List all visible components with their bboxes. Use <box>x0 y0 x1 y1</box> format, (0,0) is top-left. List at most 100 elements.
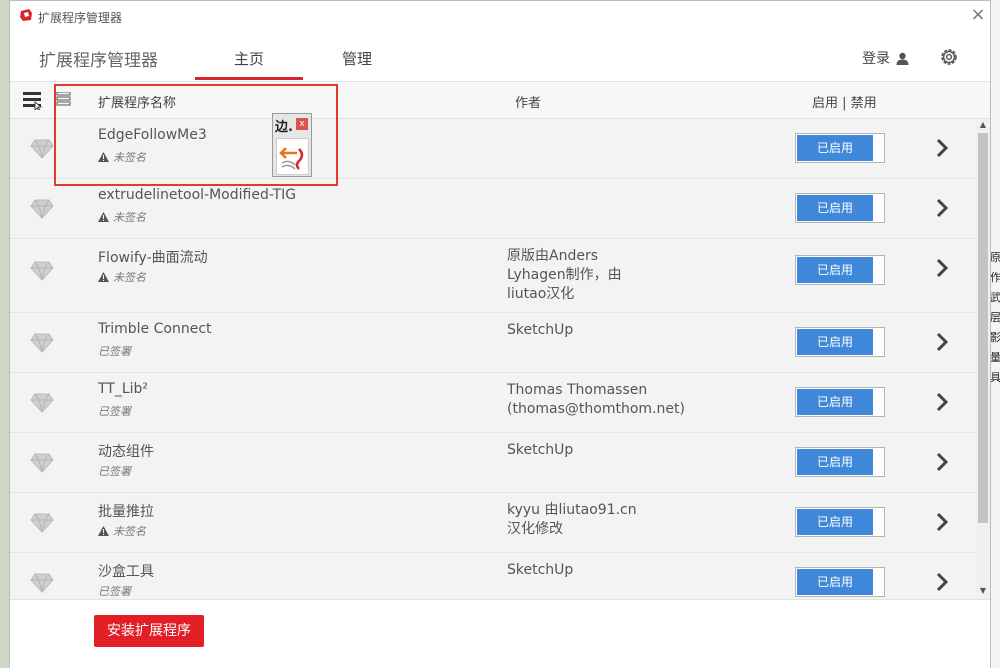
chevron-right-icon[interactable] <box>935 197 949 219</box>
author-line: liutao汉化 <box>507 286 575 302</box>
toggle-label: 已启用 <box>797 389 873 415</box>
scroll-thumb[interactable] <box>978 133 988 523</box>
side-glyph: 原 <box>990 251 1000 264</box>
extension-name: 动态组件 <box>98 444 154 460</box>
author-line: Thomas Thomassen <box>507 382 648 398</box>
warning-icon <box>98 526 109 536</box>
ruby-gem-icon <box>30 139 54 159</box>
toggle-label: 已启用 <box>797 135 873 161</box>
ruby-gem-icon <box>30 513 54 533</box>
extension-row[interactable]: Trimble Connect 已签署 SketchUp 已启用 <box>10 313 976 373</box>
enable-toggle[interactable]: 已启用 <box>795 255 885 285</box>
toolbar-label: 边. <box>275 120 293 135</box>
close-icon[interactable]: × <box>968 5 988 25</box>
signature-status: 未签名 <box>98 269 146 285</box>
signature-label: 未签名 <box>113 151 146 164</box>
extension-row[interactable]: Flowify-曲面流动 未签名 原版由Anders Lyhagen制作，由 l… <box>10 239 976 313</box>
sketchup-logo-icon <box>20 9 32 21</box>
author: 原版由Anders Lyhagen制作，由 liutao汉化 <box>507 247 707 304</box>
list-header: 扩展程序名称 作者 启用 | 禁用 <box>10 82 990 119</box>
edge-follow-tool-icon[interactable] <box>276 138 309 175</box>
author: SketchUp <box>507 321 707 340</box>
author-line: 原版由Anders <box>507 248 598 264</box>
install-extension-button[interactable]: 安装扩展程序 <box>94 615 204 647</box>
compact-view-icon[interactable] <box>56 92 74 110</box>
extension-name: extrudelinetool-Modified-TIG <box>98 187 297 203</box>
toggle-label: 已启用 <box>797 195 873 221</box>
signature-status: 未签名 <box>98 523 146 539</box>
brand-title: 扩展程序管理器 <box>39 51 158 71</box>
ruby-gem-icon <box>30 199 54 219</box>
floating-toolbar[interactable]: 边. x <box>272 113 312 177</box>
nav-bar: 扩展程序管理器 主页 管理 登录 <box>10 33 990 82</box>
toolbar-close-button[interactable]: x <box>296 118 308 130</box>
warning-icon <box>98 272 109 282</box>
chevron-right-icon[interactable] <box>935 571 949 593</box>
toggle-label: 已启用 <box>797 509 873 535</box>
login-button[interactable]: 登录 <box>862 48 909 68</box>
tab-home[interactable]: 主页 <box>234 48 264 69</box>
signature-label: 已签署 <box>98 465 131 478</box>
enable-toggle[interactable]: 已启用 <box>795 567 885 597</box>
ruby-gem-icon <box>30 573 54 593</box>
enable-toggle[interactable]: 已启用 <box>795 133 885 163</box>
extension-name: 沙盒工具 <box>98 564 154 580</box>
list-view-icon[interactable] <box>23 92 43 110</box>
signature-label: 未签名 <box>113 525 146 538</box>
extension-row[interactable]: extrudelinetool-Modified-TIG 未签名 已启用 <box>10 179 976 239</box>
author: kyyu 由liutao91.cn 汉化修改 <box>507 501 707 539</box>
enable-toggle[interactable]: 已启用 <box>795 193 885 223</box>
extension-manager-window: 扩展程序管理器 × 扩展程序管理器 主页 管理 登录 扩展程序名称 作者 启用 … <box>9 0 991 668</box>
author-line: Lyhagen制作，由 <box>507 267 622 283</box>
enable-toggle[interactable]: 已启用 <box>795 447 885 477</box>
signature-label: 已签署 <box>98 405 131 418</box>
side-glyph: 影 <box>990 331 1000 344</box>
signature-label: 未签名 <box>113 211 146 224</box>
extension-row[interactable]: EdgeFollowMe3 未签名 已启用 <box>10 119 976 179</box>
extension-list: EdgeFollowMe3 未签名 已启用 extrudelinetool-Mo… <box>10 119 976 599</box>
side-glyph: 量 <box>990 351 1000 364</box>
chevron-right-icon[interactable] <box>935 511 949 533</box>
side-glyph: 层 <box>990 311 1000 324</box>
extension-row[interactable]: 沙盒工具 已签署 SketchUp 已启用 <box>10 553 976 599</box>
extension-row[interactable]: 批量推拉 未签名 kyyu 由liutao91.cn 汉化修改 已启用 <box>10 493 976 553</box>
signature-status: 未签名 <box>98 149 146 165</box>
author-line: SketchUp <box>507 442 574 458</box>
ruby-gem-icon <box>30 261 54 281</box>
signature-status: 未签名 <box>98 209 146 225</box>
side-glyph: 作 <box>990 271 1000 284</box>
extension-name: TT_Lib² <box>98 381 149 397</box>
tab-manage[interactable]: 管理 <box>342 48 372 69</box>
toggle-label: 已启用 <box>797 449 873 475</box>
extension-name: EdgeFollowMe3 <box>98 127 207 143</box>
side-glyph: 具 <box>990 371 1000 384</box>
active-tab-indicator <box>195 77 303 80</box>
window-title: 扩展程序管理器 <box>38 11 123 25</box>
column-header-author: 作者 <box>515 96 542 111</box>
chevron-right-icon[interactable] <box>935 331 949 353</box>
chevron-right-icon[interactable] <box>935 391 949 413</box>
author-line: 汉化修改 <box>507 521 563 537</box>
ruby-gem-icon <box>30 453 54 473</box>
login-label: 登录 <box>862 51 890 67</box>
list-scrollbar[interactable]: ▲ ▼ <box>976 119 990 599</box>
side-glyph: 武 <box>990 291 1000 304</box>
enable-toggle[interactable]: 已启用 <box>795 507 885 537</box>
scroll-up-icon[interactable]: ▲ <box>976 119 990 131</box>
gear-icon[interactable] <box>938 46 960 68</box>
extension-name: Flowify-曲面流动 <box>98 250 208 266</box>
enable-toggle[interactable]: 已启用 <box>795 327 885 357</box>
warning-icon <box>98 212 109 222</box>
user-icon <box>896 52 909 65</box>
extension-row[interactable]: 动态组件 已签署 SketchUp 已启用 <box>10 433 976 493</box>
enable-toggle[interactable]: 已启用 <box>795 387 885 417</box>
chevron-right-icon[interactable] <box>935 451 949 473</box>
scroll-down-icon[interactable]: ▼ <box>976 585 990 597</box>
extension-row[interactable]: TT_Lib² 已签署 Thomas Thomassen (thomas@tho… <box>10 373 976 433</box>
author-line: kyyu 由liutao91.cn <box>507 502 637 518</box>
author: SketchUp <box>507 561 707 580</box>
chevron-right-icon[interactable] <box>935 257 949 279</box>
toggle-label: 已启用 <box>797 257 873 283</box>
chevron-right-icon[interactable] <box>935 137 949 159</box>
author-line: SketchUp <box>507 562 574 578</box>
